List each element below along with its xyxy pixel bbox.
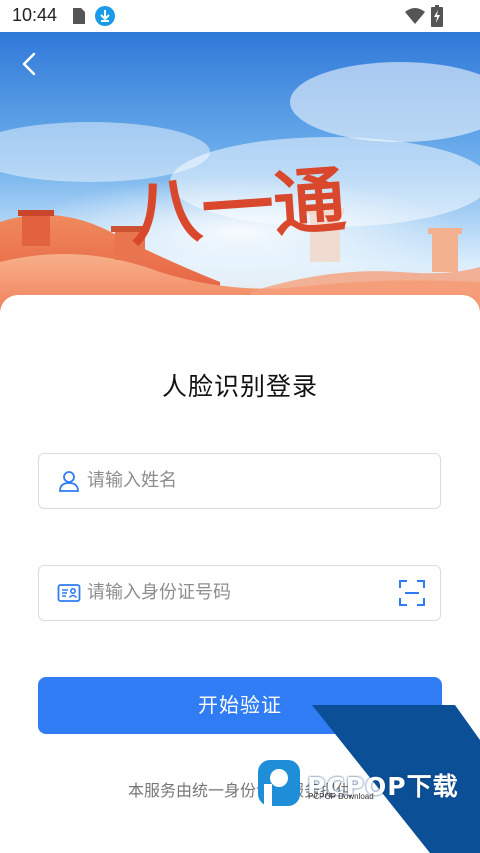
name-input[interactable]	[87, 454, 387, 507]
start-verification-button[interactable]: 开始验证	[38, 677, 442, 734]
id-number-field[interactable]	[38, 565, 441, 621]
back-button[interactable]	[14, 48, 46, 80]
name-field[interactable]	[38, 453, 441, 509]
sim-card-icon	[72, 7, 86, 29]
wifi-icon	[404, 7, 426, 29]
download-icon	[94, 5, 116, 31]
login-screen: 10:44 八一通 人脸识别登录 请输入姓名 请输入身份证号码 开始验证 本服务…	[0, 0, 480, 853]
user-icon	[57, 469, 81, 493]
banner: 八一通	[0, 32, 480, 322]
banner-illustration: 八一通	[0, 32, 480, 322]
id-card-icon	[57, 581, 81, 605]
id-number-input[interactable]	[87, 566, 387, 619]
banner-logo: 八一通	[127, 157, 348, 257]
page-title: 人脸识别登录	[161, 372, 318, 401]
battery-charging-icon	[431, 5, 443, 31]
chevron-left-icon	[22, 52, 36, 76]
status-bar: 10:44	[0, 0, 480, 32]
status-time: 10:44	[12, 5, 58, 25]
service-provider-note: 本服务由统一身份认证服务提供	[127, 781, 352, 800]
login-card: 人脸识别登录 请输入姓名 请输入身份证号码 开始验证 本服务由统一身份认证服务提…	[0, 295, 480, 853]
scan-icon[interactable]	[398, 579, 426, 607]
svg-text:八一通: 八一通	[127, 157, 348, 257]
